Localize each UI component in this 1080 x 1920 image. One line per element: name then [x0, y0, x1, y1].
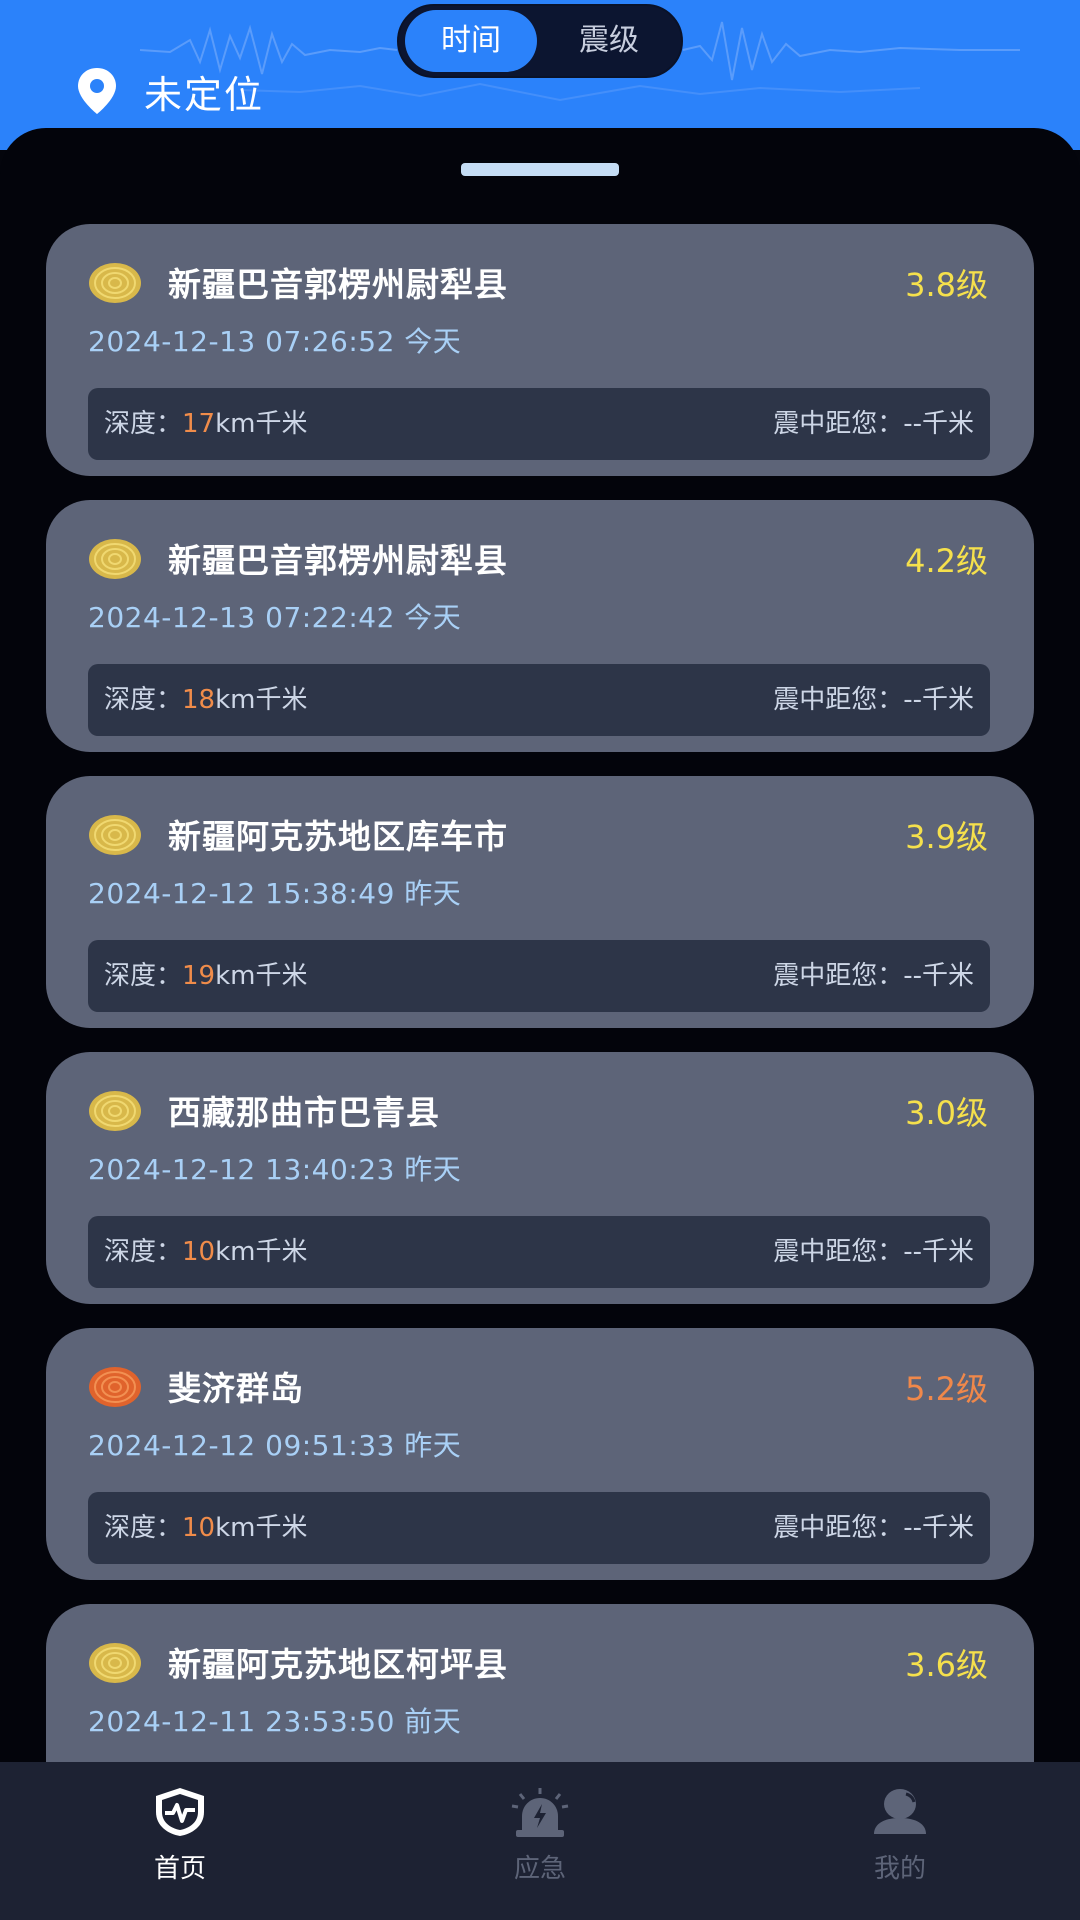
earthquake-list-panel: 新疆巴音郭楞州尉犁县 3.8级 2024-12-13 07:26:52 今天 深度：1…	[0, 128, 1080, 1792]
distance-text: 震中距您：--千米	[773, 1513, 974, 1543]
depth-text: 深度：10km千米	[104, 1216, 308, 1288]
depth-value: 10	[182, 1513, 216, 1543]
nav-item-home[interactable]: 首页	[80, 1786, 280, 1885]
quake-level-icon	[89, 1643, 141, 1683]
distance-text: 震中距您：--千米	[773, 1237, 974, 1267]
depth-unit: km千米	[215, 1513, 308, 1543]
depth-label: 深度：	[104, 685, 183, 715]
quake-level-icon	[89, 263, 141, 303]
depth-text: 深度：18km千米	[104, 664, 308, 736]
nav-item-mine[interactable]: 我的	[800, 1786, 1000, 1885]
nav-label-mine: 我的	[873, 1854, 926, 1884]
depth-unit: km千米	[215, 685, 308, 715]
depth-value: 10	[182, 1237, 216, 1267]
location-button[interactable]: 未定位	[74, 64, 264, 118]
nav-label-home: 首页	[153, 1854, 206, 1884]
depth-value: 17	[182, 409, 216, 439]
depth-text: 深度：17km千米	[104, 388, 308, 460]
magnitude-value: 3.9级	[905, 818, 988, 856]
depth-label: 深度：	[104, 1513, 183, 1543]
event-time: 2024-12-11 23:53:50 前天	[88, 1705, 462, 1738]
epicenter-name: 新疆阿克苏地区库车市	[168, 817, 508, 856]
earthquake-card[interactable]: 斐济群岛 5.2级 2024-12-12 09:51:33 昨天深度：10km千米 震…	[46, 1328, 1034, 1580]
nav-label-emergency: 应急	[513, 1854, 566, 1884]
event-time: 2024-12-13 07:26:52 今天	[88, 325, 462, 358]
depth-text: 深度：19km千米	[104, 940, 308, 1012]
distance-text: 震中距您：--千米	[773, 961, 974, 991]
user-icon	[874, 1789, 926, 1834]
shield-pulse-icon	[156, 1788, 204, 1836]
depth-text: 深度：10km千米	[104, 1492, 308, 1564]
magnitude-value: 5.2级	[905, 1370, 988, 1408]
earthquake-card[interactable]: 西藏那曲市巴青县 3.0级 2024-12-12 13:40:23 昨天深度：10k…	[46, 1052, 1034, 1304]
event-time: 2024-12-12 13:40:23 昨天	[88, 1153, 462, 1186]
quake-info-bar: 深度：19km千米 震中距您：--千米	[88, 940, 990, 1012]
earthquake-card[interactable]: 新疆阿克苏地区库车市 3.9级 2024-12-12 15:38:49 昨天深度：1…	[46, 776, 1034, 1028]
nav-item-emergency[interactable]: 应急	[440, 1786, 640, 1885]
tab-magnitude[interactable]: 震级	[543, 10, 675, 72]
depth-label: 深度：	[104, 961, 183, 991]
tab-time[interactable]: 时间	[405, 10, 537, 72]
drag-handle[interactable]	[461, 163, 619, 176]
depth-unit: km千米	[215, 961, 308, 991]
depth-label: 深度：	[104, 409, 183, 439]
quake-info-bar: 深度：10km千米 震中距您：--千米	[88, 1216, 990, 1288]
depth-label: 深度：	[104, 1237, 183, 1267]
earthquake-card[interactable]: 新疆巴音郭楞州尉犁县 4.2级 2024-12-13 07:22:42 今天深度：1…	[46, 500, 1034, 752]
depth-unit: km千米	[215, 409, 308, 439]
magnitude-value: 3.8级	[905, 266, 988, 304]
epicenter-name: 斐济群岛	[168, 1369, 304, 1408]
quake-level-icon	[89, 539, 141, 579]
distance-text: 震中距您：--千米	[773, 409, 974, 439]
depth-value: 18	[182, 685, 216, 715]
location-pin-icon	[78, 68, 116, 114]
quake-info-bar: 深度：17km千米 震中距您：--千米	[88, 388, 990, 460]
distance-text: 震中距您：--千米	[773, 685, 974, 715]
epicenter-name: 新疆巴音郭楞州尉犁县	[168, 541, 508, 580]
event-time: 2024-12-13 07:22:42 今天	[88, 601, 462, 634]
epicenter-name: 新疆巴音郭楞州尉犁县	[168, 265, 508, 304]
event-time: 2024-12-12 09:51:33 昨天	[88, 1429, 462, 1462]
quake-level-icon	[89, 815, 141, 855]
bottom-nav: 首页 应急 我的	[0, 1762, 1080, 1920]
epicenter-name: 西藏那曲市巴青县	[168, 1093, 440, 1132]
magnitude-value: 3.0级	[905, 1094, 988, 1132]
alarm-siren-icon	[511, 1788, 569, 1837]
event-time: 2024-12-12 15:38:49 昨天	[88, 877, 462, 910]
depth-unit: km千米	[215, 1237, 308, 1267]
sort-toggle: 时间 震级	[397, 4, 683, 78]
magnitude-value: 4.2级	[905, 542, 988, 580]
quake-level-icon	[89, 1367, 141, 1407]
earthquake-card[interactable]: 新疆巴音郭楞州尉犁县 3.8级 2024-12-13 07:26:52 今天深度：1…	[46, 224, 1034, 476]
depth-value: 19	[182, 961, 216, 991]
quake-info-bar: 深度：10km千米 震中距您：--千米	[88, 1492, 990, 1564]
location-label: 未定位	[144, 72, 265, 117]
magnitude-value: 3.6级	[905, 1646, 988, 1684]
quake-level-icon	[89, 1091, 141, 1131]
quake-info-bar: 深度：18km千米 震中距您：--千米	[88, 664, 990, 736]
epicenter-name: 新疆阿克苏地区柯坪县	[168, 1645, 508, 1684]
